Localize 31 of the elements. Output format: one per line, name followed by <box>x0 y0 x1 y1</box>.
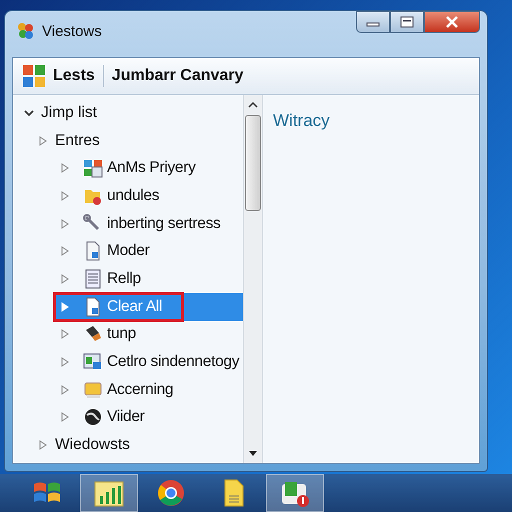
minimize-button[interactable] <box>356 11 390 33</box>
toolbar-label[interactable]: Lests <box>53 67 95 85</box>
tree-item[interactable]: inberting sertress <box>107 214 220 233</box>
close-button[interactable] <box>424 11 480 33</box>
tree-item[interactable]: tunp <box>107 325 136 344</box>
app-icon <box>16 21 36 41</box>
grid-icon <box>83 158 103 178</box>
tree-item[interactable]: undules <box>107 186 160 205</box>
tree-item[interactable]: Cetlro sindennetogy <box>107 353 240 372</box>
window-title: Viestows <box>42 22 102 40</box>
scroll-down-icon[interactable] <box>248 449 258 457</box>
tree-item[interactable]: Wiedowsts <box>55 436 130 454</box>
taskbar-button[interactable] <box>266 474 324 512</box>
maximize-button[interactable] <box>390 11 424 33</box>
scroll-up-icon[interactable] <box>248 101 258 109</box>
pane-heading: Witracy <box>273 111 330 130</box>
list-icon <box>83 268 103 289</box>
tree-item[interactable]: Viider <box>107 408 145 426</box>
scrollbar[interactable] <box>243 95 263 463</box>
tree-item[interactable]: Jimp list <box>41 104 97 122</box>
scroll-thumb[interactable] <box>245 115 261 211</box>
windows-logo-icon <box>23 65 45 87</box>
toolbar-title: Jumbarr Canvary <box>112 67 244 85</box>
tree-item[interactable]: Rellp <box>107 270 141 288</box>
tree-item[interactable]: Moder <box>107 242 150 260</box>
tree-item[interactable]: AnMs Priyery <box>107 159 196 178</box>
tree-item[interactable]: Accerning <box>107 380 174 399</box>
tree-item[interactable]: Entres <box>55 132 100 150</box>
taskbar-button[interactable] <box>80 474 138 512</box>
close-icon <box>445 16 459 28</box>
maximize-icon <box>400 16 414 28</box>
